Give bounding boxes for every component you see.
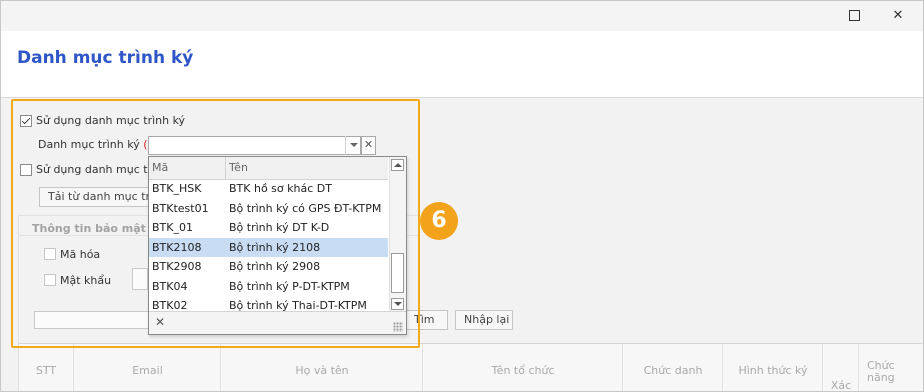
close-button[interactable]: ✕ <box>883 5 913 27</box>
page-header: Danh mục trình ký <box>1 31 923 98</box>
column-header[interactable]: Chức danh <box>622 344 723 391</box>
column-header[interactable]: Hình thức ký <box>722 344 823 391</box>
column-header[interactable]: STT <box>19 344 73 391</box>
dialog-window: ✕ Danh mục trình ký Sử dụng danh mục trì… <box>0 0 924 392</box>
signers-table-header: STT Email Họ và tên Tên tổ chức Chức dan… <box>19 343 923 391</box>
highlight-frame <box>11 99 420 348</box>
column-header[interactable]: Email <box>73 344 221 391</box>
close-icon: ✕ <box>892 8 904 23</box>
maximize-button[interactable] <box>839 5 869 27</box>
reset-button[interactable]: Nhập lại <box>455 310 513 330</box>
step-badge: 6 <box>420 202 458 240</box>
maximize-icon <box>848 10 860 21</box>
title-bar: ✕ <box>1 1 923 31</box>
column-header[interactable]: Chức năng <box>858 344 923 391</box>
column-header[interactable]: Tên tổ chức <box>422 344 623 391</box>
column-header[interactable]: Họ và tên <box>220 344 423 391</box>
page-title: Danh mục trình ký <box>17 48 194 68</box>
column-header[interactable]: Xác <box>822 344 859 391</box>
